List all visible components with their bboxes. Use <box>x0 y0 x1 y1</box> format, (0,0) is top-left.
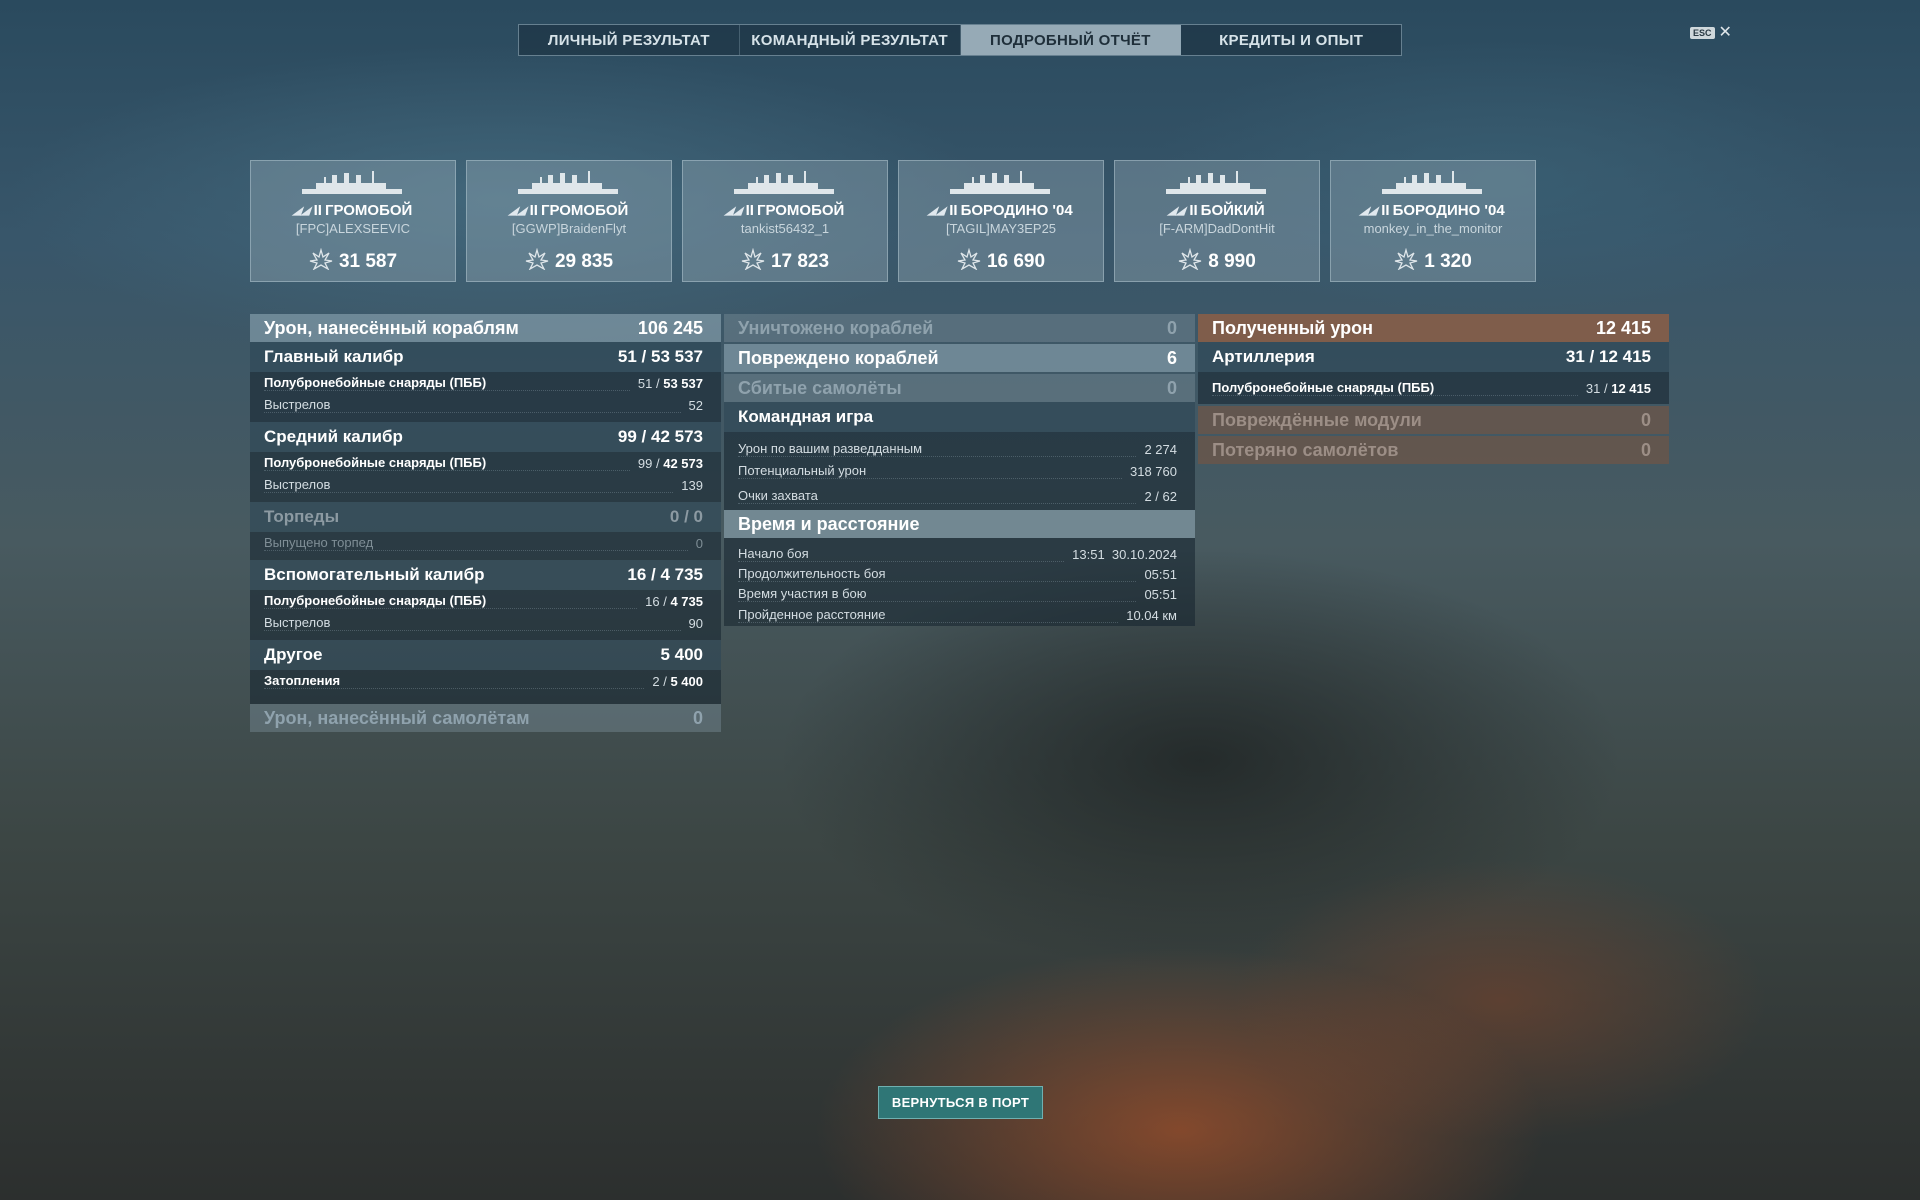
tab-personal-result[interactable]: ЛИЧНЫЙ РЕЗУЛЬТАТ <box>519 25 740 55</box>
ships-damaged-row: Повреждено кораблей 6 <box>724 344 1195 372</box>
secondary-ap-row: Полубронебойные снаряды (ПББ) 99 / 42 573 <box>250 452 721 474</box>
tab-detailed-report[interactable]: ПОДРОБНЫЙ ОТЧЁТ <box>960 25 1182 55</box>
return-to-port-button[interactable]: ВЕРНУТЬСЯ В ПОРТ <box>878 1086 1043 1119</box>
auxiliary-ap-row: Полубронебойные снаряды (ПББ) 16 / 4 735 <box>250 590 721 612</box>
damage-received-column: Полученный урон 12 415 Артиллерия 31 / 12 … <box>1198 314 1669 464</box>
player-name: [FPC]ALEXSEEVIC <box>295 221 411 236</box>
result-tabs: ЛИЧНЫЙ РЕЗУЛЬТАТ КОМАНДНЫЙ РЕЗУЛЬТАТ ПОД… <box>518 24 1402 56</box>
spotting-damage-row: Урон по вашим разведданным 2 274 <box>724 438 1195 460</box>
tab-team-result[interactable]: КОМАНДНЫЙ РЕЗУЛЬТАТ <box>740 25 961 55</box>
other-damage-row: Другое 5 400 <box>250 640 721 670</box>
ship-card[interactable]: ◢◢ II БОРОДИНО '04 [TAGIL]MAY3EP25 16 690 <box>898 160 1104 282</box>
participation-time-row: Время участия в бою 05:51 <box>724 584 1195 604</box>
auxiliary-shots-row: Выстрелов 90 <box>250 612 721 634</box>
ships-destroyed-row: Уничтожено кораблей 0 <box>724 314 1195 342</box>
battle-start-row: Начало боя 13:51 30.10.2024 <box>724 544 1195 564</box>
close-icon: ✕ <box>1718 24 1732 41</box>
damage-score: 1 320 <box>1394 247 1472 276</box>
flooding-row: Затопления 2 / 5 400 <box>250 670 721 692</box>
close-button[interactable]: ESC ✕ <box>1690 24 1732 41</box>
time-distance-header: Время и расстояние <box>724 510 1195 538</box>
torpedoes-row: Торпеды 0 / 0 <box>250 502 721 532</box>
damage-icon <box>1394 247 1418 276</box>
artillery-ap-row: Полубронебойные снаряды (ПББ) 31 / 12 415 <box>1198 372 1669 404</box>
damage-icon <box>957 247 981 276</box>
ship-silhouette-icon <box>1378 171 1488 202</box>
ship-class-icon: ◢◢ <box>507 205 529 217</box>
tab-credits-xp[interactable]: КРЕДИТЫ И ОПЫТ <box>1181 25 1401 55</box>
damage-score: 16 690 <box>957 247 1045 276</box>
player-name: [TAGIL]MAY3EP25 <box>945 221 1057 236</box>
ship-silhouette-icon <box>1162 171 1272 202</box>
planes-lost-row: Потеряно самолётов 0 <box>1198 436 1669 464</box>
ship-class-icon: ◢◢ <box>723 205 745 217</box>
player-name: [F-ARM]DadDontHit <box>1159 221 1275 236</box>
torpedoes-fired-row: Выпущено торпед 0 <box>250 532 721 554</box>
damage-icon <box>741 247 765 276</box>
ship-card[interactable]: ◢◢ II ГРОМОБОЙ [GGWP]BraidenFlyt 29 835 <box>466 160 672 282</box>
damage-score: 29 835 <box>525 247 613 276</box>
main-ap-row: Полубронебойные снаряды (ПББ) 51 / 53 537 <box>250 372 721 394</box>
teamplay-header: Командная игра <box>724 402 1195 432</box>
ship-silhouette-icon <box>298 171 408 202</box>
auxiliary-battery-row: Вспомогательный калибр 16 / 4 735 <box>250 560 721 590</box>
ship-silhouette-icon <box>514 171 624 202</box>
distance-travelled-row: Пройденное расстояние 10.04 км <box>724 604 1195 626</box>
damaged-ships-cards: ◢◢ II ГРОМОБОЙ [FPC]ALEXSEEVIC 31 587 ◢◢ II Г… <box>250 160 1536 282</box>
secondary-battery-row: Средний калибр 99 / 42 573 <box>250 422 721 452</box>
battle-duration-row: Продолжительность боя 05:51 <box>724 564 1195 584</box>
ship-class-icon: ◢◢ <box>926 205 949 217</box>
ship-silhouette-icon <box>946 171 1056 202</box>
main-shots-row: Выстрелов 52 <box>250 394 721 416</box>
damage-dealt-column: Урон, нанесённый кораблям 106 245 Главный… <box>250 314 721 732</box>
potential-damage-row: Потенциальный урон 318 760 <box>724 460 1195 482</box>
combat-summary-column: Уничтожено кораблей 0 Повреждено кораблей… <box>724 314 1195 626</box>
damage-icon <box>309 247 333 276</box>
ship-card[interactable]: ◢◢ II БОРОДИНО '04 monkey_in_the_monitor 1 … <box>1330 160 1536 282</box>
ship-name: ◢◢ II БОЙКИЙ <box>1167 202 1265 219</box>
ship-class-icon: ◢◢ <box>1358 205 1381 217</box>
ship-name: ◢◢ II ГРОМОБОЙ <box>507 202 629 219</box>
ship-name: ◢◢ II ГРОМОБОЙ <box>723 202 845 219</box>
secondary-shots-row: Выстрелов 139 <box>250 474 721 496</box>
damage-score: 8 990 <box>1178 247 1256 276</box>
damage-score: 17 823 <box>741 247 829 276</box>
ship-card[interactable]: ◢◢ II ГРОМОБОЙ [FPC]ALEXSEEVIC 31 587 <box>250 160 456 282</box>
damage-icon <box>525 247 549 276</box>
ship-class-icon: ◢◢ <box>291 205 313 217</box>
ship-card[interactable]: ◢◢ II БОЙКИЙ [F-ARM]DadDontHit 8 990 <box>1114 160 1320 282</box>
ship-silhouette-icon <box>730 171 840 202</box>
player-name: [GGWP]BraidenFlyt <box>511 221 627 236</box>
player-name: tankist56432_1 <box>740 221 830 236</box>
esc-key-icon: ESC <box>1690 27 1715 39</box>
planes-shot-down-row: Сбитые самолёты 0 <box>724 374 1195 402</box>
player-name: monkey_in_the_monitor <box>1363 221 1503 236</box>
artillery-row: Артиллерия 31 / 12 415 <box>1198 342 1669 372</box>
damaged-modules-row: Повреждённые модули 0 <box>1198 406 1669 434</box>
damage-dealt-header: Урон, нанесённый кораблям 106 245 <box>250 314 721 342</box>
aircraft-damage-header: Урон, нанесённый самолётам 0 <box>250 704 721 732</box>
ship-name: ◢◢ II БОРОДИНО '04 <box>926 202 1073 219</box>
damage-received-header: Полученный урон 12 415 <box>1198 314 1669 342</box>
ship-card[interactable]: ◢◢ II ГРОМОБОЙ tankist56432_1 17 823 <box>682 160 888 282</box>
damage-score: 31 587 <box>309 247 397 276</box>
ship-name: ◢◢ II БОРОДИНО '04 <box>1358 202 1505 219</box>
capture-points-row: Очки захвата 2 / 62 <box>724 482 1195 510</box>
ship-class-icon: ◢◢ <box>1167 205 1189 217</box>
ship-name: ◢◢ II ГРОМОБОЙ <box>291 202 413 219</box>
damage-icon <box>1178 247 1202 276</box>
main-battery-row: Главный калибр 51 / 53 537 <box>250 342 721 372</box>
